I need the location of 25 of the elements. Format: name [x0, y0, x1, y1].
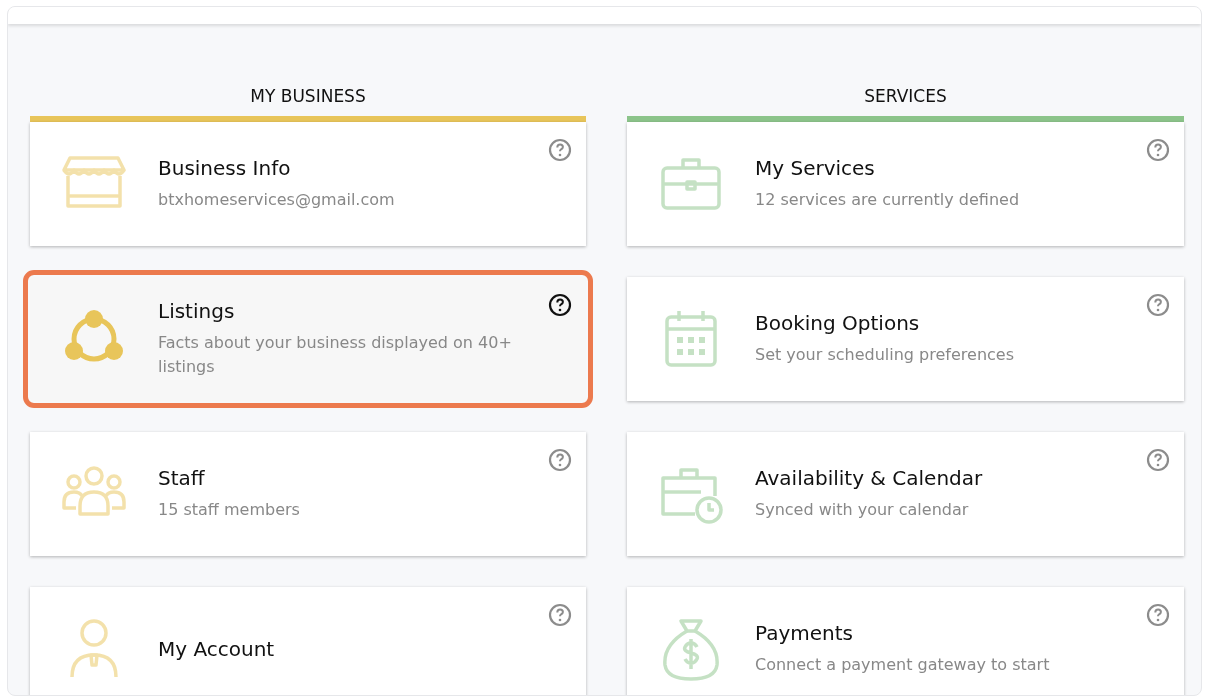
- card-description: btxhomeservices@gmail.com: [158, 189, 395, 211]
- settings-card[interactable]: Booking Options Set your scheduling preferences: [627, 277, 1184, 401]
- section-heading: MY BUSINESS: [250, 85, 366, 108]
- settings-card[interactable]: Payments Connect a payment gateway to start: [627, 587, 1184, 695]
- settings-card[interactable]: My Account: [30, 587, 586, 695]
- card-description: Facts about your business displayed on 40+ listings: [158, 332, 513, 378]
- section-heading: SERVICES: [864, 85, 947, 108]
- card-description: Synced with your calendar: [755, 499, 970, 521]
- settings-card[interactable]: Business Info btxhomeservices@gmail.com: [30, 122, 586, 246]
- card-title: Availability & Calendar: [755, 466, 983, 490]
- card-title: My Services: [755, 156, 876, 180]
- card-title: Booking Options: [755, 311, 921, 335]
- card-description: 12 services are currently defined: [755, 189, 1020, 211]
- card-title: My Account: [158, 637, 275, 661]
- card-description: Connect a payment gateway to start: [755, 654, 1050, 676]
- card-title: Staff: [158, 466, 206, 490]
- help-icon[interactable]: [548, 293, 572, 317]
- card-title: Business Info: [158, 156, 292, 180]
- card-description: 15 staff members: [158, 499, 300, 521]
- settings-card[interactable]: My Services 12 services are currently defined: [627, 122, 1184, 246]
- card-description: Set your scheduling preferences: [755, 344, 1014, 366]
- settings-card[interactable]: Staff 15 staff members: [30, 432, 586, 556]
- card-title: Listings: [158, 299, 236, 323]
- card-title: Payments: [755, 621, 854, 645]
- settings-card[interactable]: Availability & Calendar Synced with your calendar: [627, 432, 1184, 556]
